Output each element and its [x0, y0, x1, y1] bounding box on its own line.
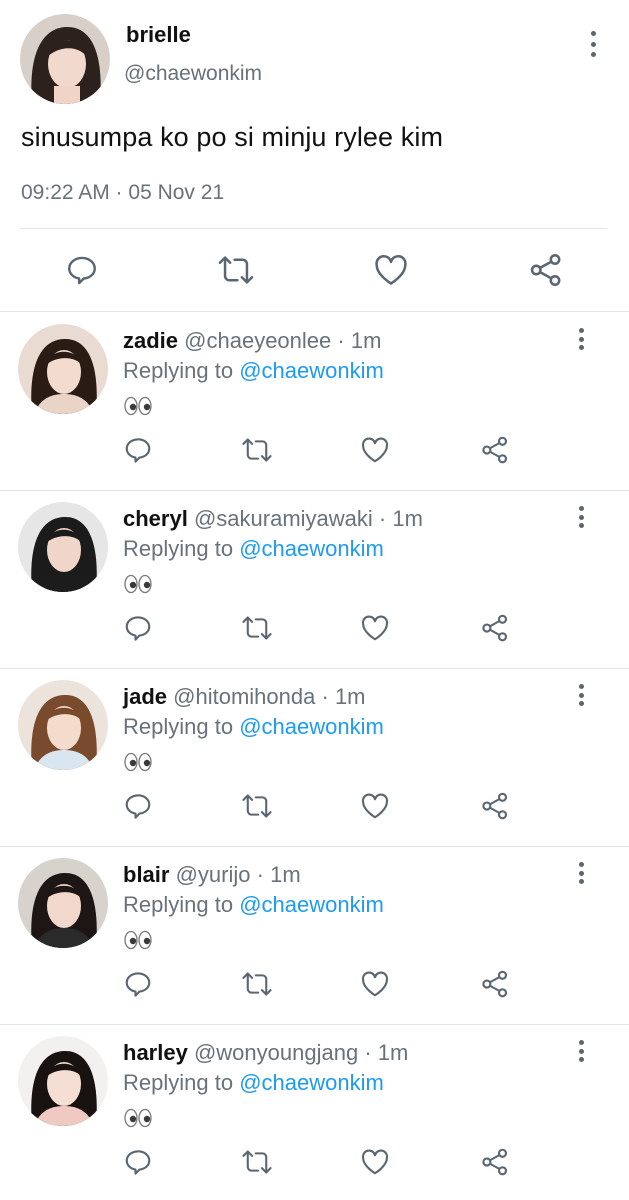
reply-age: 1m [334, 684, 366, 709]
more-options-icon[interactable] [574, 328, 588, 350]
reply-author-handle[interactable]: @sakuramiyawaki [194, 506, 373, 531]
reply-header: jade @hitomihonda · 1m [123, 684, 366, 710]
reply-tweet[interactable]: blair @yurijo · 1m Replying to @chaewonk… [0, 847, 629, 1025]
replying-to-mention[interactable]: @chaewonkim [239, 358, 384, 383]
reply-author-handle[interactable]: @chaeyeonlee [184, 328, 331, 353]
separator-dot: · [364, 1040, 378, 1065]
share-icon[interactable] [477, 610, 513, 646]
eyes-emoji-icon: 👀 [123, 574, 153, 594]
reply-age: 1m [377, 1040, 409, 1065]
replying-to: Replying to @chaewonkim [123, 714, 384, 740]
share-icon[interactable] [477, 966, 513, 1002]
reply-icon[interactable] [120, 1144, 156, 1180]
replying-to-mention[interactable]: @chaewonkim [239, 892, 384, 917]
replying-to: Replying to @chaewonkim [123, 1070, 384, 1096]
retweet-icon[interactable] [239, 610, 275, 646]
reply-icon[interactable] [120, 610, 156, 646]
share-icon[interactable] [477, 1144, 513, 1180]
reply-author-name[interactable]: jade [123, 684, 167, 709]
reply-avatar[interactable] [18, 858, 108, 948]
replying-to: Replying to @chaewonkim [123, 358, 384, 384]
replying-to-label: Replying to [123, 892, 234, 917]
tweet-timestamp[interactable]: 09:22 AM · 05 Nov 21 [21, 181, 224, 205]
reply-avatar[interactable] [18, 1036, 108, 1126]
reply-author-name[interactable]: cheryl [123, 506, 188, 531]
author-name[interactable]: brielle [126, 22, 191, 48]
divider [20, 228, 607, 229]
like-icon[interactable] [357, 788, 393, 824]
separator-dot: · [378, 506, 393, 531]
tweet-text: sinusumpa ko po si minju rylee kim [21, 122, 444, 152]
replying-to: Replying to @chaewonkim [123, 536, 384, 562]
retweet-icon[interactable] [239, 1144, 275, 1180]
reply-age: 1m [350, 328, 382, 353]
reply-avatar[interactable] [18, 324, 108, 414]
reply-icon[interactable] [120, 788, 156, 824]
separator-dot: · [256, 862, 271, 887]
like-icon[interactable] [357, 432, 393, 468]
reply-avatar[interactable] [18, 502, 108, 592]
share-icon[interactable] [477, 432, 513, 468]
replying-to-mention[interactable]: @chaewonkim [239, 1070, 384, 1095]
retweet-icon[interactable] [239, 788, 275, 824]
reply-tweet[interactable]: jade @hitomihonda · 1m Replying to @chae… [0, 669, 629, 847]
reply-icon[interactable] [62, 250, 102, 290]
more-options-icon[interactable] [574, 684, 588, 706]
reply-age: 1m [392, 506, 423, 531]
reply-author-handle[interactable]: @yurijo [176, 862, 251, 887]
main-tweet: brielle @chaewonkim sinusumpa ko po si m… [0, 0, 629, 312]
reply-header: zadie @chaeyeonlee · 1m [123, 328, 381, 354]
reply-author-handle[interactable]: @wonyoungjang [194, 1040, 358, 1065]
like-icon[interactable] [357, 966, 393, 1002]
replying-to-label: Replying to [123, 1070, 234, 1095]
like-icon[interactable] [357, 610, 393, 646]
eyes-emoji-icon: 👀 [123, 1108, 153, 1128]
reply-header: blair @yurijo · 1m [123, 862, 301, 888]
eyes-emoji-icon: 👀 [123, 752, 153, 772]
eyes-emoji-icon: 👀 [123, 396, 153, 416]
retweet-icon[interactable] [239, 966, 275, 1002]
reply-author-handle[interactable]: @hitomihonda [173, 684, 315, 709]
reply-author-name[interactable]: zadie [123, 328, 178, 353]
author-avatar[interactable] [20, 14, 110, 104]
share-icon[interactable] [526, 250, 566, 290]
reply-author-name[interactable]: harley [123, 1040, 188, 1065]
replying-to-label: Replying to [123, 714, 234, 739]
reply-tweet[interactable]: harley @wonyoungjang · 1m Replying to @c… [0, 1025, 629, 1200]
replying-to-label: Replying to [123, 358, 234, 383]
more-options-icon[interactable] [586, 31, 600, 57]
reply-author-name[interactable]: blair [123, 862, 169, 887]
reply-icon[interactable] [120, 432, 156, 468]
separator-dot: · [321, 684, 335, 709]
more-options-icon[interactable] [574, 506, 588, 528]
share-icon[interactable] [477, 788, 513, 824]
separator-dot: · [337, 328, 351, 353]
replying-to-mention[interactable]: @chaewonkim [239, 714, 384, 739]
reply-header: cheryl @sakuramiyawaki · 1m [123, 506, 423, 532]
more-options-icon[interactable] [574, 862, 588, 884]
like-icon[interactable] [357, 1144, 393, 1180]
replying-to: Replying to @chaewonkim [123, 892, 384, 918]
more-options-icon[interactable] [574, 1040, 588, 1062]
like-icon[interactable] [371, 250, 411, 290]
reply-tweet[interactable]: cheryl @sakuramiyawaki · 1m Replying to … [0, 491, 629, 669]
replying-to-label: Replying to [123, 536, 234, 561]
retweet-icon[interactable] [239, 432, 275, 468]
retweet-icon[interactable] [216, 250, 256, 290]
reply-tweet[interactable]: zadie @chaeyeonlee · 1m Replying to @cha… [0, 313, 629, 491]
reply-avatar[interactable] [18, 680, 108, 770]
reply-header: harley @wonyoungjang · 1m [123, 1040, 408, 1066]
reply-age: 1m [270, 862, 301, 887]
replying-to-mention[interactable]: @chaewonkim [239, 536, 384, 561]
author-handle[interactable]: @chaewonkim [124, 62, 262, 86]
reply-icon[interactable] [120, 966, 156, 1002]
eyes-emoji-icon: 👀 [123, 930, 153, 950]
